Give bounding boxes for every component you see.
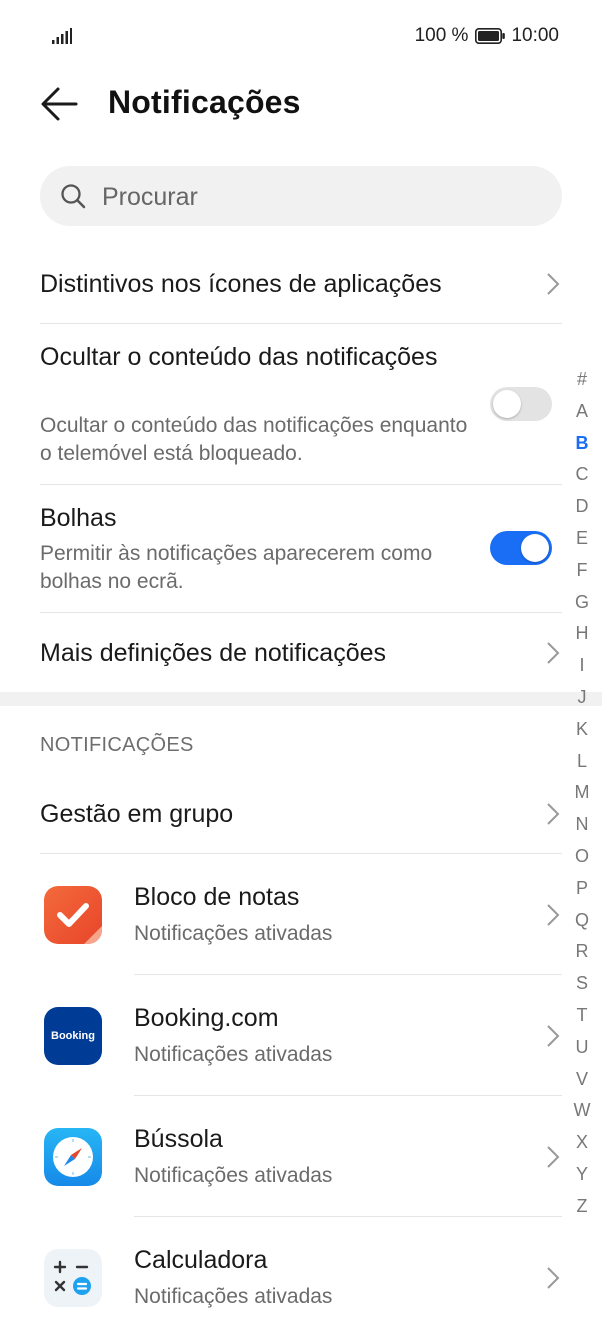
- index-letter[interactable]: F: [571, 555, 593, 587]
- group-management-row[interactable]: Gestão em grupo: [40, 774, 562, 854]
- more-settings-label: Mais definições de notificações: [40, 639, 387, 667]
- notepad-icon: [44, 886, 102, 944]
- toggle-knob: [521, 534, 549, 562]
- index-letter[interactable]: I: [571, 650, 593, 682]
- app-status: Notificações ativadas: [134, 1164, 333, 1187]
- hide-content-toggle[interactable]: [490, 387, 552, 421]
- calculator-icon: [44, 1249, 102, 1307]
- bubbles-description: Permitir às notificações aparecerem como…: [40, 542, 433, 593]
- header: Notificações: [0, 76, 602, 132]
- index-letter[interactable]: T: [571, 1000, 593, 1032]
- hide-content-setting-row[interactable]: Ocultar o conteúdo das notificações Ocul…: [40, 340, 562, 484]
- more-settings-row[interactable]: Mais definições de notificações: [40, 613, 562, 693]
- app-name: Calculadora: [134, 1246, 268, 1274]
- bubbles-setting-row[interactable]: Bolhas Permitir às notificações aparecer…: [40, 500, 562, 612]
- hide-content-label: Ocultar o conteúdo das notificações: [40, 343, 438, 371]
- badges-setting-label: Distintivos nos ícones de aplicações: [40, 270, 442, 298]
- page-title: Notificações: [108, 84, 301, 120]
- chevron-right-icon: [547, 642, 560, 664]
- app-status: Notificações ativadas: [134, 1043, 333, 1066]
- chevron-right-icon: [547, 273, 560, 295]
- app-status: Notificações ativadas: [134, 1285, 333, 1308]
- index-letter[interactable]: Z: [571, 1191, 593, 1223]
- divider: [40, 323, 562, 324]
- index-letter[interactable]: G: [571, 587, 593, 619]
- index-letter[interactable]: B: [571, 428, 593, 460]
- index-letter[interactable]: S: [571, 968, 593, 1000]
- chevron-right-icon: [547, 1025, 560, 1047]
- index-letter[interactable]: E: [571, 523, 593, 555]
- index-letter[interactable]: W: [571, 1095, 593, 1127]
- index-letter[interactable]: Q: [571, 905, 593, 937]
- app-row[interactable]: Bússola Notificações ativadas: [0, 1098, 602, 1216]
- battery-percent: 100 %: [414, 25, 469, 46]
- app-name: Booking.com: [134, 1004, 279, 1032]
- chevron-right-icon: [547, 1146, 560, 1168]
- index-letter[interactable]: A: [571, 396, 593, 428]
- alphabet-index[interactable]: # A B C D E F G H I J K L M N O P Q R S T U V W X Y Z: [571, 364, 593, 1223]
- section-separator: [0, 692, 602, 706]
- group-management-label: Gestão em grupo: [40, 800, 234, 828]
- booking-icon-text: Booking: [51, 1030, 95, 1042]
- divider: [40, 853, 562, 854]
- battery-icon: [475, 28, 506, 44]
- chevron-right-icon: [547, 803, 560, 825]
- index-letter[interactable]: H: [571, 618, 593, 650]
- index-letter[interactable]: X: [571, 1127, 593, 1159]
- app-name: Bússola: [134, 1125, 223, 1153]
- index-letter[interactable]: Y: [571, 1159, 593, 1191]
- app-row[interactable]: Booking Booking.com Notificações ativada…: [0, 977, 602, 1095]
- booking-icon: Booking: [44, 1007, 102, 1065]
- index-letter[interactable]: K: [571, 714, 593, 746]
- search-bar[interactable]: [40, 166, 562, 228]
- compass-icon: [44, 1128, 102, 1186]
- bubbles-toggle[interactable]: [490, 531, 552, 565]
- app-status: Notificações ativadas: [134, 922, 333, 945]
- index-letter[interactable]: J: [571, 682, 593, 714]
- index-letter[interactable]: C: [571, 459, 593, 491]
- divider: [134, 974, 562, 975]
- divider: [40, 484, 562, 485]
- divider: [134, 1216, 562, 1217]
- app-name: Bloco de notas: [134, 883, 300, 911]
- app-row[interactable]: Calculadora Notificações ativadas: [0, 1219, 602, 1332]
- index-letter[interactable]: P: [571, 873, 593, 905]
- index-letter[interactable]: D: [571, 491, 593, 523]
- toggle-knob: [493, 390, 521, 418]
- app-row[interactable]: Bloco de notas Notificações ativadas: [0, 856, 602, 974]
- search-icon: [61, 184, 86, 209]
- bubbles-label: Bolhas: [40, 504, 117, 532]
- index-letter[interactable]: O: [571, 841, 593, 873]
- chevron-right-icon: [547, 1267, 560, 1289]
- section-header: NOTIFICAÇÕES: [40, 734, 194, 756]
- index-letter[interactable]: R: [571, 936, 593, 968]
- index-letter[interactable]: N: [571, 809, 593, 841]
- divider: [134, 1095, 562, 1096]
- index-letter[interactable]: #: [571, 364, 593, 396]
- badges-setting-row[interactable]: Distintivos nos ícones de aplicações: [40, 244, 562, 324]
- chevron-right-icon: [547, 904, 560, 926]
- back-arrow-icon[interactable]: [38, 82, 82, 126]
- clock: 10:00: [511, 25, 559, 46]
- search-input[interactable]: [100, 166, 544, 228]
- status-bar: 100 % 10:00: [0, 0, 602, 72]
- index-letter[interactable]: L: [571, 746, 593, 778]
- index-letter[interactable]: V: [571, 1064, 593, 1096]
- index-letter[interactable]: U: [571, 1032, 593, 1064]
- index-letter[interactable]: M: [571, 777, 593, 809]
- signal-icon: [52, 28, 72, 44]
- hide-content-description: Ocultar o conteúdo das notificações enqu…: [40, 414, 468, 465]
